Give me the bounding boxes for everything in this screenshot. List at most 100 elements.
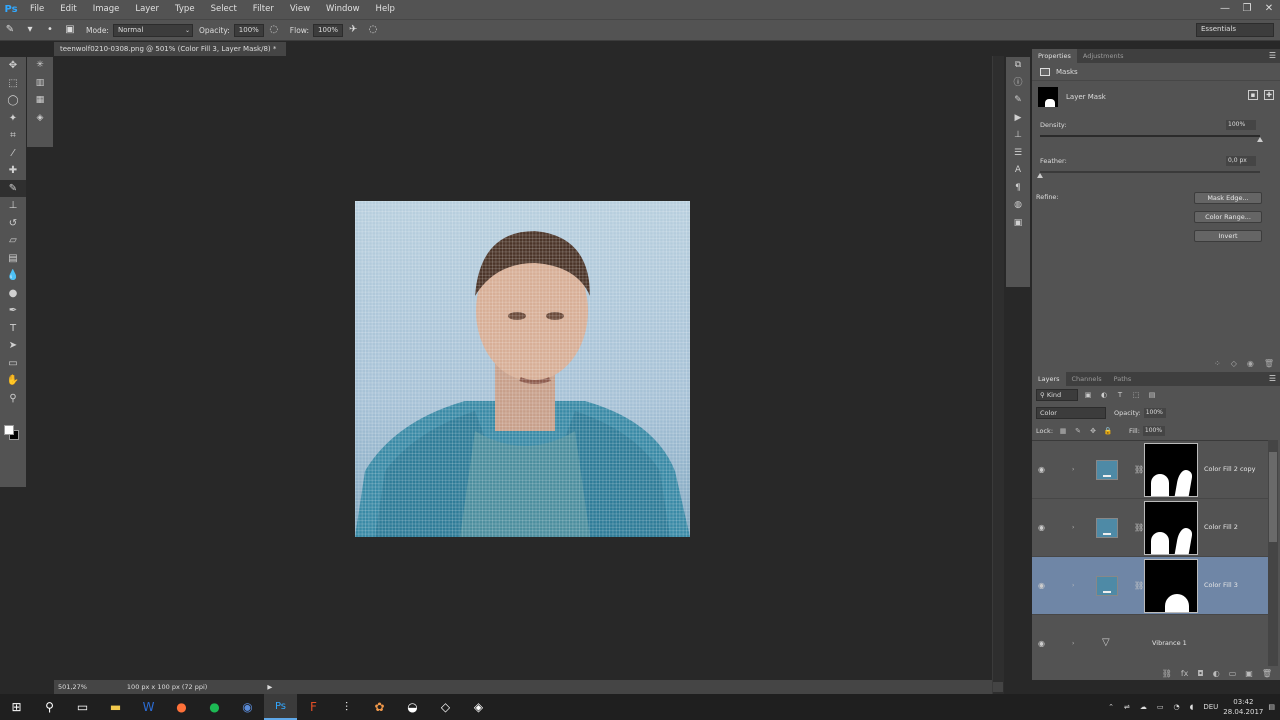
layer-opacity-value[interactable]: 100% [1143,408,1166,418]
adjustment-filter-icon[interactable]: ◐ [1098,389,1110,401]
layer-row-selected[interactable]: ◉ › ⛓ Color Fill 3 [1032,557,1268,615]
healing-brush-tool-icon[interactable]: ✚ [0,162,26,180]
shape-tool-icon[interactable]: ▭ [0,355,26,373]
history-panel-icon[interactable]: ⧉ [1006,57,1030,75]
color-fill-thumbnail[interactable] [1096,576,1118,596]
quick-select-tool-icon[interactable]: ✦ [0,110,26,128]
character-panel-icon[interactable]: A [1006,162,1030,180]
eye-icon[interactable]: ◉ [1038,582,1048,590]
tab-channels[interactable]: Channels [1066,372,1108,386]
navigator-icon[interactable]: ✳ [27,57,53,75]
eye-icon[interactable]: ◉ [1038,466,1048,474]
shape-filter-icon[interactable]: ⬚ [1130,389,1142,401]
app-icon[interactable]: ◇ [429,694,462,720]
load-selection-icon[interactable]: ⁘ [1214,359,1221,368]
clone-stamp-tool-icon[interactable]: ⊥ [0,197,26,215]
app-icon[interactable]: ◈ [462,694,495,720]
new-adjustment-icon[interactable]: ◐ [1213,669,1220,678]
word-icon[interactable]: W [132,694,165,720]
chevron-right-icon[interactable]: › [1072,640,1074,647]
library-icon[interactable]: ⫶ [330,694,363,720]
history-brush-tool-icon[interactable]: ↺ [0,215,26,233]
color-icon[interactable]: ◈ [27,110,53,128]
tab-properties[interactable]: Properties [1032,49,1077,63]
delete-layer-icon[interactable]: 🗑 [1262,669,1272,678]
windows-start-icon[interactable]: ⊞ [0,694,33,720]
volume-icon[interactable]: ◖ [1190,703,1194,711]
pen-tool-icon[interactable]: ✒ [0,302,26,320]
dodge-tool-icon[interactable]: ● [0,285,26,303]
document-image[interactable] [355,201,690,537]
file-explorer-icon[interactable]: ▬ [99,694,132,720]
onedrive-icon[interactable]: ☁ [1140,703,1147,711]
menu-file[interactable]: File [22,0,52,19]
menu-select[interactable]: Select [203,0,245,19]
pixel-filter-icon[interactable]: ▣ [1082,389,1094,401]
layer-name[interactable]: Vibrance 1 [1152,639,1187,647]
chevron-right-icon[interactable]: › [1072,466,1074,473]
brush-tool-icon[interactable]: ✎ [0,179,26,197]
menu-edit[interactable]: Edit [52,0,84,19]
layer-row[interactable]: ◉ › ⛓ Color Fill 2 copy [1032,441,1268,499]
density-slider-knob[interactable] [1257,137,1263,142]
new-layer-icon[interactable]: ▣ [1245,669,1253,678]
app-icon[interactable]: ◉ [231,694,264,720]
zoom-level[interactable]: 501,27% [58,683,87,691]
brush-size-icon[interactable]: ▾ [23,23,37,37]
status-menu-arrow-icon[interactable]: ▶ [267,683,272,691]
layer-row[interactable]: ◉ › ▽ Vibrance 1 [1032,615,1268,673]
brush-panel-toggle-icon[interactable]: ▣ [63,23,77,37]
chevron-right-icon[interactable]: › [1072,582,1074,589]
disable-mask-icon[interactable]: ◉ [1247,359,1254,368]
timeline-panel-icon[interactable]: ▣ [1006,215,1030,233]
link-icon[interactable]: ⛓ [1134,465,1144,474]
eye-icon[interactable]: ◉ [1038,640,1048,648]
histogram-icon[interactable]: ▥ [27,75,53,93]
document-tab[interactable]: teenwolf0210-0308.png @ 501% (Color Fill… [54,42,286,56]
document-info[interactable]: 100 px x 100 px (72 ppi) [127,683,207,691]
lock-all-icon[interactable]: 🔒 [1103,426,1113,436]
kind-filter-select[interactable]: ⚲ Kind [1036,389,1078,401]
zoom-tool-icon[interactable]: ⚲ [0,390,26,408]
layer-name[interactable]: Color Fill 3 [1204,581,1238,589]
layer-style-icon[interactable]: fx [1181,669,1189,678]
link-layers-icon[interactable]: ⛓ [1162,669,1172,678]
opacity-pressure-icon[interactable]: ◌ [267,23,281,37]
type-filter-icon[interactable]: T [1114,389,1126,401]
feather-value[interactable]: 0,0 px [1226,156,1256,166]
chevron-up-icon[interactable]: ⌃ [1108,703,1114,711]
tab-paths[interactable]: Paths [1108,372,1138,386]
blend-mode-select[interactable]: Color [1036,407,1106,419]
layers-menu-icon[interactable]: ☰ [1269,372,1276,386]
blur-tool-icon[interactable]: 💧 [0,267,26,285]
language-indicator[interactable]: DEU [1203,703,1218,711]
layers-scrollbar[interactable] [1268,440,1278,672]
eye-icon[interactable]: ◉ [1038,524,1048,532]
eyedropper-tool-icon[interactable]: ⁄ [0,145,26,163]
density-slider-track[interactable] [1040,135,1260,137]
new-group-icon[interactable]: ▭ [1229,669,1237,678]
layer-name[interactable]: Color Fill 2 [1204,523,1238,531]
crop-tool-icon[interactable]: ⌗ [0,127,26,145]
paragraph-panel-icon[interactable]: ¶ [1006,180,1030,198]
menu-window[interactable]: Window [318,0,368,19]
add-vector-mask-icon[interactable]: ✚ [1264,90,1274,100]
select-pixel-mask-icon[interactable]: ▪ [1248,90,1258,100]
battery-icon[interactable]: ▭ [1157,703,1164,711]
app-icon[interactable]: ◒ [396,694,429,720]
layer-mask-thumbnail[interactable] [1144,443,1198,497]
feather-slider-knob[interactable] [1037,173,1043,178]
color-range-button[interactable]: Color Range... [1194,211,1262,223]
search-icon[interactable]: ⚲ [33,694,66,720]
opacity-input[interactable]: 100% [233,23,264,37]
brush-settings-icon[interactable]: • [43,23,57,37]
density-value[interactable]: 100% [1226,120,1256,130]
brush-presets-icon[interactable]: ✎ [1006,92,1030,110]
type-tool-icon[interactable]: T [0,320,26,338]
mask-edge-button[interactable]: Mask Edge... [1194,192,1262,204]
layer-row[interactable]: ◉ › ⛓ Color Fill 2 [1032,499,1268,557]
flow-input[interactable]: 100% [313,23,344,37]
clone-source-icon[interactable]: ⊥ [1006,127,1030,145]
clock[interactable]: 03:42 28.04.2017 [1223,697,1263,717]
app-icon[interactable]: F [297,694,330,720]
